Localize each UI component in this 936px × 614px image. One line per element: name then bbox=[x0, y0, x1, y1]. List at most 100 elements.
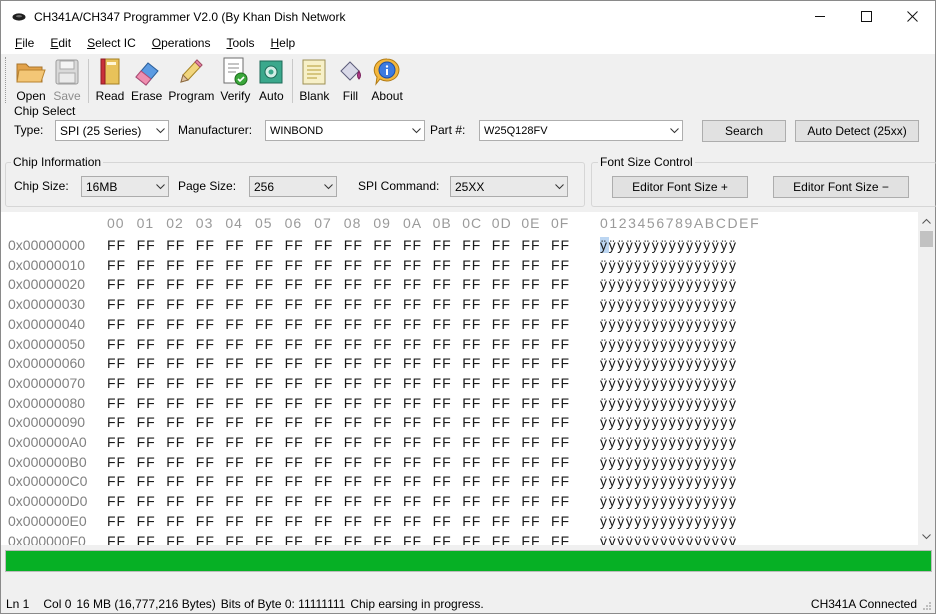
hex-byte[interactable]: FF bbox=[285, 473, 304, 489]
hex-byte[interactable]: FF bbox=[373, 513, 392, 529]
hex-byte[interactable]: FF bbox=[196, 296, 215, 312]
hex-ascii[interactable]: ÿÿÿÿÿÿÿÿÿÿÿÿÿÿÿÿ bbox=[600, 296, 738, 312]
hex-byte[interactable]: FF bbox=[551, 395, 570, 411]
hex-byte[interactable]: FF bbox=[255, 375, 274, 391]
hex-byte[interactable]: FF bbox=[492, 296, 511, 312]
hex-byte[interactable]: FF bbox=[166, 434, 185, 450]
hex-byte[interactable]: FF bbox=[107, 434, 126, 450]
erase-button[interactable]: Erase bbox=[128, 57, 165, 103]
hex-byte[interactable]: FF bbox=[433, 355, 452, 371]
hex-row[interactable]: 0x00000040 FF FF FF FF FF FF FF FF FF FF FF FF FF FF FF… bbox=[1, 316, 916, 336]
fill-button[interactable]: Fill bbox=[332, 57, 368, 103]
hex-byte[interactable]: FF bbox=[521, 395, 540, 411]
hex-byte[interactable]: FF bbox=[255, 533, 274, 546]
hex-byte[interactable]: FF bbox=[137, 237, 156, 253]
resize-grip-icon[interactable] bbox=[922, 601, 932, 611]
hex-byte[interactable]: FF bbox=[462, 414, 481, 430]
hex-byte[interactable]: FF bbox=[285, 434, 304, 450]
hex-byte[interactable]: FF bbox=[344, 316, 363, 332]
hex-byte[interactable]: FF bbox=[403, 316, 422, 332]
hex-byte[interactable]: FF bbox=[462, 533, 481, 546]
hex-ascii[interactable]: ÿÿÿÿÿÿÿÿÿÿÿÿÿÿÿÿ bbox=[600, 493, 738, 509]
hex-byte[interactable]: FF bbox=[462, 473, 481, 489]
hex-byte[interactable]: FF bbox=[433, 336, 452, 352]
hex-byte[interactable]: FF bbox=[166, 257, 185, 273]
hex-byte[interactable]: FF bbox=[196, 434, 215, 450]
hex-byte[interactable]: FF bbox=[285, 454, 304, 470]
hex-byte[interactable]: FF bbox=[433, 395, 452, 411]
hex-byte[interactable]: FF bbox=[462, 316, 481, 332]
hex-byte[interactable]: FF bbox=[314, 513, 333, 529]
hex-byte[interactable]: FF bbox=[225, 454, 244, 470]
hex-byte[interactable]: FF bbox=[137, 434, 156, 450]
hex-byte[interactable]: FF bbox=[285, 533, 304, 546]
hex-byte[interactable]: FF bbox=[225, 395, 244, 411]
hex-byte[interactable]: FF bbox=[166, 375, 185, 391]
hex-byte[interactable]: FF bbox=[255, 257, 274, 273]
hex-byte[interactable]: FF bbox=[255, 355, 274, 371]
hex-byte[interactable]: FF bbox=[373, 316, 392, 332]
hex-byte[interactable]: FF bbox=[196, 395, 215, 411]
hex-byte[interactable]: FF bbox=[492, 237, 511, 253]
hex-row[interactable]: 0x000000A0 FF FF FF FF FF FF FF FF FF FF FF FF FF FF FF… bbox=[1, 434, 916, 454]
hex-byte[interactable]: FF bbox=[314, 296, 333, 312]
hex-byte[interactable]: FF bbox=[107, 355, 126, 371]
hex-row[interactable]: 0x000000B0 FF FF FF FF FF FF FF FF FF FF FF FF FF FF FF… bbox=[1, 454, 916, 474]
hex-byte[interactable]: FF bbox=[373, 434, 392, 450]
hex-byte[interactable]: FF bbox=[492, 395, 511, 411]
hex-byte[interactable]: FF bbox=[137, 276, 156, 292]
type-dropdown[interactable]: SPI (25 Series) bbox=[55, 120, 169, 141]
hex-ascii[interactable]: ÿÿÿÿÿÿÿÿÿÿÿÿÿÿÿÿ bbox=[600, 513, 738, 529]
hex-byte[interactable]: FF bbox=[492, 276, 511, 292]
hex-byte[interactable]: FF bbox=[344, 375, 363, 391]
hex-byte[interactable]: FF bbox=[314, 533, 333, 546]
hex-byte[interactable]: FF bbox=[107, 414, 126, 430]
hex-byte[interactable]: FF bbox=[433, 375, 452, 391]
hex-byte[interactable]: FF bbox=[225, 493, 244, 509]
hex-byte[interactable]: FF bbox=[344, 513, 363, 529]
hex-byte[interactable]: FF bbox=[137, 336, 156, 352]
hex-byte[interactable]: FF bbox=[403, 395, 422, 411]
hex-byte[interactable]: FF bbox=[196, 336, 215, 352]
scroll-up-button[interactable] bbox=[918, 212, 935, 229]
hex-byte[interactable]: FF bbox=[107, 395, 126, 411]
hex-byte[interactable]: FF bbox=[521, 533, 540, 546]
hex-byte[interactable]: FF bbox=[314, 316, 333, 332]
hex-byte[interactable]: FF bbox=[462, 237, 481, 253]
hex-ascii[interactable]: ÿÿÿÿÿÿÿÿÿÿÿÿÿÿÿÿ bbox=[600, 336, 738, 352]
hex-byte[interactable]: FF bbox=[285, 414, 304, 430]
vertical-scrollbar[interactable] bbox=[918, 212, 935, 545]
hex-byte[interactable]: FF bbox=[107, 513, 126, 529]
hex-byte[interactable]: FF bbox=[344, 434, 363, 450]
hex-byte[interactable]: FF bbox=[462, 257, 481, 273]
hex-byte[interactable]: FF bbox=[285, 276, 304, 292]
hex-byte[interactable]: FF bbox=[344, 395, 363, 411]
hex-byte[interactable]: FF bbox=[166, 414, 185, 430]
hex-byte[interactable]: FF bbox=[196, 533, 215, 546]
hex-byte[interactable]: FF bbox=[225, 355, 244, 371]
hex-byte[interactable]: FF bbox=[225, 434, 244, 450]
hex-byte[interactable]: FF bbox=[107, 533, 126, 546]
hex-byte[interactable]: FF bbox=[196, 316, 215, 332]
hex-byte[interactable]: FF bbox=[314, 454, 333, 470]
hex-editor[interactable]: 00 01 02 03 04 05 06 07 08 09 0A 0B 0C 0D 0E 0F 01234567… bbox=[1, 212, 935, 545]
hex-byte[interactable]: FF bbox=[196, 257, 215, 273]
hex-byte[interactable]: FF bbox=[462, 395, 481, 411]
hex-byte[interactable]: FF bbox=[433, 316, 452, 332]
hex-byte[interactable]: FF bbox=[285, 257, 304, 273]
hex-byte[interactable]: FF bbox=[166, 316, 185, 332]
hex-row[interactable]: 0x00000070 FF FF FF FF FF FF FF FF FF FF FF FF FF FF FF… bbox=[1, 375, 916, 395]
hex-byte[interactable]: FF bbox=[521, 316, 540, 332]
hex-byte[interactable]: FF bbox=[492, 493, 511, 509]
font-size-increase-button[interactable]: Editor Font Size + bbox=[612, 176, 748, 198]
hex-byte[interactable]: FF bbox=[255, 513, 274, 529]
open-button[interactable]: Open bbox=[13, 57, 49, 103]
hex-byte[interactable]: FF bbox=[403, 533, 422, 546]
hex-row[interactable]: 0x000000E0 FF FF FF FF FF FF FF FF FF FF FF FF FF FF FF… bbox=[1, 513, 916, 533]
hex-byte[interactable]: FF bbox=[225, 414, 244, 430]
hex-row[interactable]: 0x000000F0 FF FF FF FF FF FF FF FF FF FF FF FF FF FF FF… bbox=[1, 533, 916, 546]
hex-byte[interactable]: FF bbox=[344, 414, 363, 430]
hex-ascii[interactable]: ÿÿÿÿÿÿÿÿÿÿÿÿÿÿÿÿ bbox=[600, 355, 738, 371]
hex-byte[interactable]: FF bbox=[137, 296, 156, 312]
hex-byte[interactable]: FF bbox=[166, 395, 185, 411]
